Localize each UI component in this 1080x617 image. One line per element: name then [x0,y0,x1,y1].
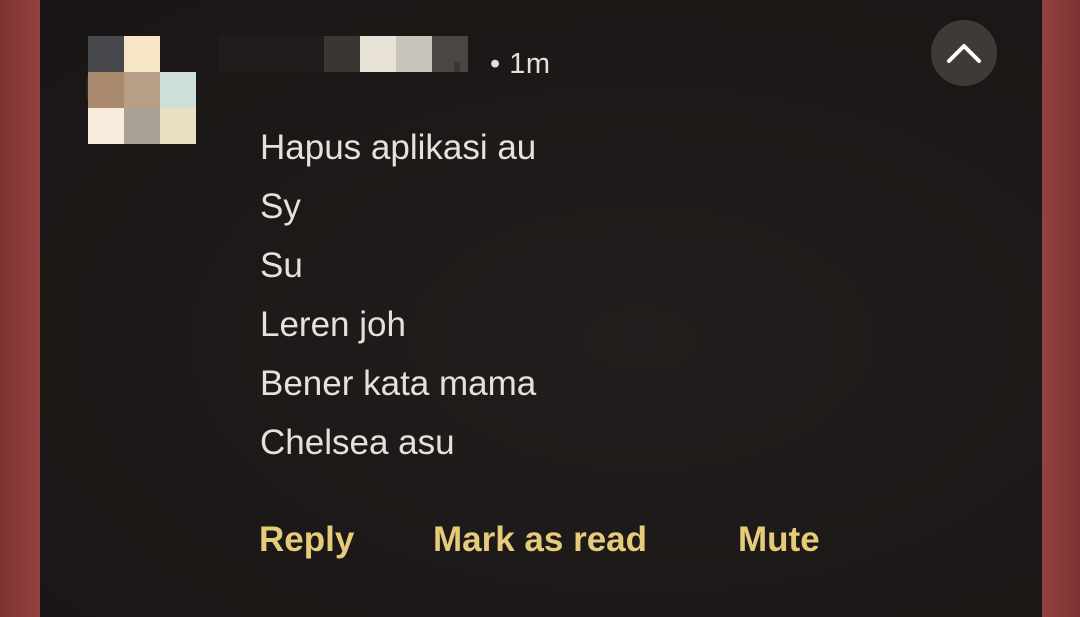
background-right-edge [1042,0,1080,617]
background-left-edge [0,0,40,617]
message-line: Chelsea asu [260,423,455,462]
sender-avatar [88,36,196,144]
chevron-up-icon [947,44,981,63]
message-line: Bener kata mama [260,364,537,403]
sender-name-pixel [324,36,360,72]
mark-as-read-button[interactable]: Mark as read [433,520,647,560]
sender-name-redacted-faint [218,36,324,72]
sender-name-redacted [324,36,468,72]
reply-button[interactable]: Reply [259,520,354,560]
avatar-pixel [160,72,196,108]
sender-name-redacted-tail [454,62,460,72]
notification-card[interactable]: • 1m Hapus aplikasi au Sy Su Leren joh B… [40,0,1042,617]
notification-time: • 1m [490,48,551,80]
sender-name-pixel [360,36,396,72]
sender-name-pixel [396,36,432,72]
avatar-pixel [88,108,124,144]
avatar-pixel [124,72,160,108]
avatar-pixel [88,36,124,72]
message-line: Su [260,246,303,285]
message-line: Hapus aplikasi au [260,128,537,167]
mute-button[interactable]: Mute [738,520,820,560]
sender-name-pixel [432,36,468,72]
avatar-pixel [160,36,196,72]
avatar-pixel [88,72,124,108]
collapse-button[interactable] [931,20,997,86]
avatar-pixel [124,108,160,144]
message-line: Sy [260,187,301,226]
message-line: Leren joh [260,305,406,344]
avatar-pixel [124,36,160,72]
avatar-pixel [160,108,196,144]
notification-actions: Reply Mark as read Mute [40,520,1042,570]
message-list: Hapus aplikasi au Sy Su Leren joh Bener … [260,118,536,472]
